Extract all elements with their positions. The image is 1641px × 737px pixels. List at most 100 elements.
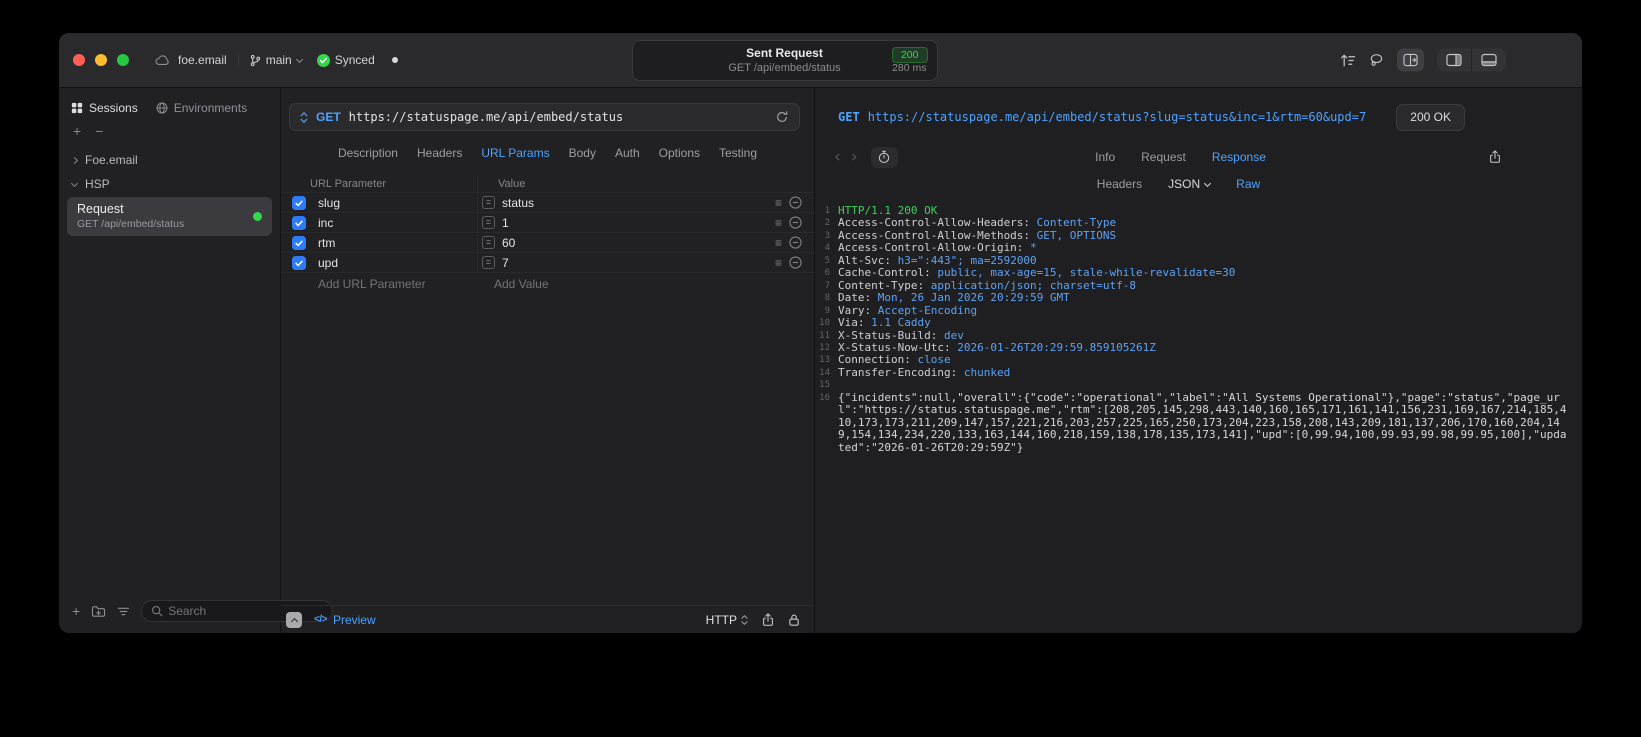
param-value[interactable]: status — [502, 196, 534, 210]
share-icon[interactable] — [761, 612, 775, 627]
preview-label: Preview — [332, 612, 376, 627]
sort-lines-icon[interactable] — [1339, 53, 1356, 67]
response-tabs: Info Request Response — [1095, 150, 1266, 164]
line-number: 3 — [824, 230, 830, 241]
line-number: 8 — [824, 293, 830, 304]
expand-console-button[interactable] — [286, 611, 302, 628]
drag-handle-icon[interactable]: ≡ — [775, 257, 782, 269]
sort-filter-icon[interactable] — [117, 606, 130, 617]
drag-handle-icon[interactable]: ≡ — [775, 237, 782, 249]
refresh-icon[interactable] — [775, 110, 789, 124]
remove-param-button[interactable] — [789, 196, 802, 209]
line-number: 4 — [824, 243, 830, 254]
zoom-button[interactable] — [117, 54, 129, 66]
close-button[interactable] — [73, 54, 85, 66]
tab-environments-label: Environments — [173, 101, 248, 115]
project-name: foe.email — [178, 53, 227, 67]
share-icon[interactable] — [1488, 150, 1502, 164]
sidebar-request-item[interactable]: Request GET /api/embed/status — [67, 197, 272, 236]
request-tab-url-params[interactable]: URL Params — [481, 146, 549, 160]
param-checkbox[interactable] — [292, 255, 306, 270]
params-table: URL Parameter Value slug = status ≡ inc … — [281, 175, 814, 605]
response-subtab-headers[interactable]: Headers — [1097, 177, 1142, 191]
request-url-bar[interactable]: GET https://statuspage.me/api/embed/stat… — [289, 103, 800, 131]
branch-selector[interactable]: main — [250, 53, 303, 67]
protocol-selector[interactable]: HTTP — [706, 613, 748, 627]
param-value[interactable]: 60 — [502, 236, 515, 250]
sessions-grid-icon — [71, 102, 83, 114]
tree-item-foe-email[interactable]: Foe.email — [59, 148, 280, 172]
app-window: foe.email main Synced Sent Request GET /… — [59, 33, 1582, 633]
toolbar — [1339, 48, 1506, 72]
widget-subtitle: GET /api/embed/status — [728, 62, 841, 74]
remove-param-button[interactable] — [789, 256, 802, 269]
chevron-up-icon — [290, 617, 298, 625]
remove-session-button[interactable]: − — [95, 124, 103, 138]
equals-badge-icon: = — [482, 256, 495, 269]
code-icon: </> — [314, 614, 327, 625]
forward-button[interactable]: › — [846, 148, 863, 166]
request-panel: GET https://statuspage.me/api/embed/stat… — [281, 88, 815, 633]
new-folder-icon[interactable] — [91, 605, 106, 618]
response-subtab-json[interactable]: JSON — [1168, 177, 1212, 191]
param-checkbox[interactable] — [292, 195, 306, 210]
divider — [237, 53, 239, 67]
request-tab-description[interactable]: Description — [338, 146, 398, 160]
request-tab-headers[interactable]: Headers — [417, 146, 462, 160]
param-name[interactable]: rtm — [310, 236, 477, 250]
sidebar: Sessions Environments + − Foe.email HSP … — [59, 88, 334, 633]
traffic-lights — [73, 54, 129, 66]
response-tab-request[interactable]: Request — [1141, 150, 1186, 164]
response-tab-response[interactable]: Response — [1212, 150, 1266, 164]
lasso-icon[interactable] — [1369, 53, 1384, 68]
back-button[interactable]: ‹ — [829, 148, 846, 166]
chevron-down-icon — [1204, 179, 1212, 187]
method-selector-icon[interactable] — [300, 111, 308, 124]
tab-environments[interactable]: Environments — [156, 101, 247, 115]
param-checkbox[interactable] — [292, 235, 306, 250]
split-view-icon[interactable] — [1397, 48, 1424, 72]
param-name[interactable]: inc — [310, 216, 477, 230]
drag-handle-icon[interactable]: ≡ — [775, 197, 782, 209]
unsaved-changes-dot — [391, 57, 398, 63]
request-tab-options[interactable]: Options — [659, 146, 700, 160]
param-name[interactable]: slug — [310, 196, 477, 210]
request-method[interactable]: GET — [316, 110, 341, 124]
lock-icon[interactable] — [788, 613, 800, 627]
history-button[interactable] — [870, 146, 898, 168]
drag-handle-icon[interactable]: ≡ — [775, 217, 782, 229]
remove-param-button[interactable] — [789, 216, 802, 229]
panel-toggle-group — [1437, 48, 1506, 72]
tree-item-hsp[interactable]: HSP — [59, 172, 280, 196]
param-value[interactable]: 7 — [502, 256, 509, 270]
toggle-right-panel-icon[interactable] — [1437, 49, 1471, 72]
request-url[interactable]: https://statuspage.me/api/embed/status — [349, 110, 767, 124]
response-subtab-raw[interactable]: Raw — [1236, 177, 1260, 191]
response-tab-info[interactable]: Info — [1095, 150, 1115, 164]
request-tab-auth[interactable]: Auth — [615, 146, 640, 160]
chevron-down-icon — [295, 55, 303, 63]
preview-button[interactable]: </> Preview — [314, 613, 376, 627]
request-status-widget[interactable]: Sent Request GET /api/embed/status 200 2… — [631, 40, 938, 81]
line-content: Vary: Accept-Encoding — [838, 303, 978, 317]
param-name[interactable]: upd — [310, 256, 477, 270]
response-line: 14 Transfer-Encoding: chunked — [815, 366, 1578, 379]
param-checkbox[interactable] — [292, 215, 306, 230]
toggle-bottom-panel-icon[interactable] — [1471, 48, 1506, 72]
add-request-button[interactable]: + — [72, 604, 80, 618]
request-tab-body[interactable]: Body — [569, 146, 596, 160]
minimize-button[interactable] — [95, 54, 107, 66]
param-value[interactable]: 1 — [502, 216, 509, 230]
tab-sessions[interactable]: Sessions — [71, 101, 138, 115]
search-icon — [151, 605, 163, 617]
sidebar-actions: + − — [59, 120, 280, 140]
add-session-button[interactable]: + — [73, 124, 81, 138]
equals-badge-icon: = — [482, 236, 495, 249]
line-number: 14 — [819, 367, 830, 378]
request-tab-testing[interactable]: Testing — [719, 146, 757, 160]
sidebar-tree: Foe.email HSP Request GET /api/embed/sta… — [59, 148, 280, 236]
add-param-name[interactable]: Add URL Parameter — [310, 277, 477, 291]
add-param-value[interactable]: Add Value — [477, 273, 766, 294]
param-row: inc = 1 ≡ — [281, 213, 814, 233]
remove-param-button[interactable] — [789, 236, 802, 249]
